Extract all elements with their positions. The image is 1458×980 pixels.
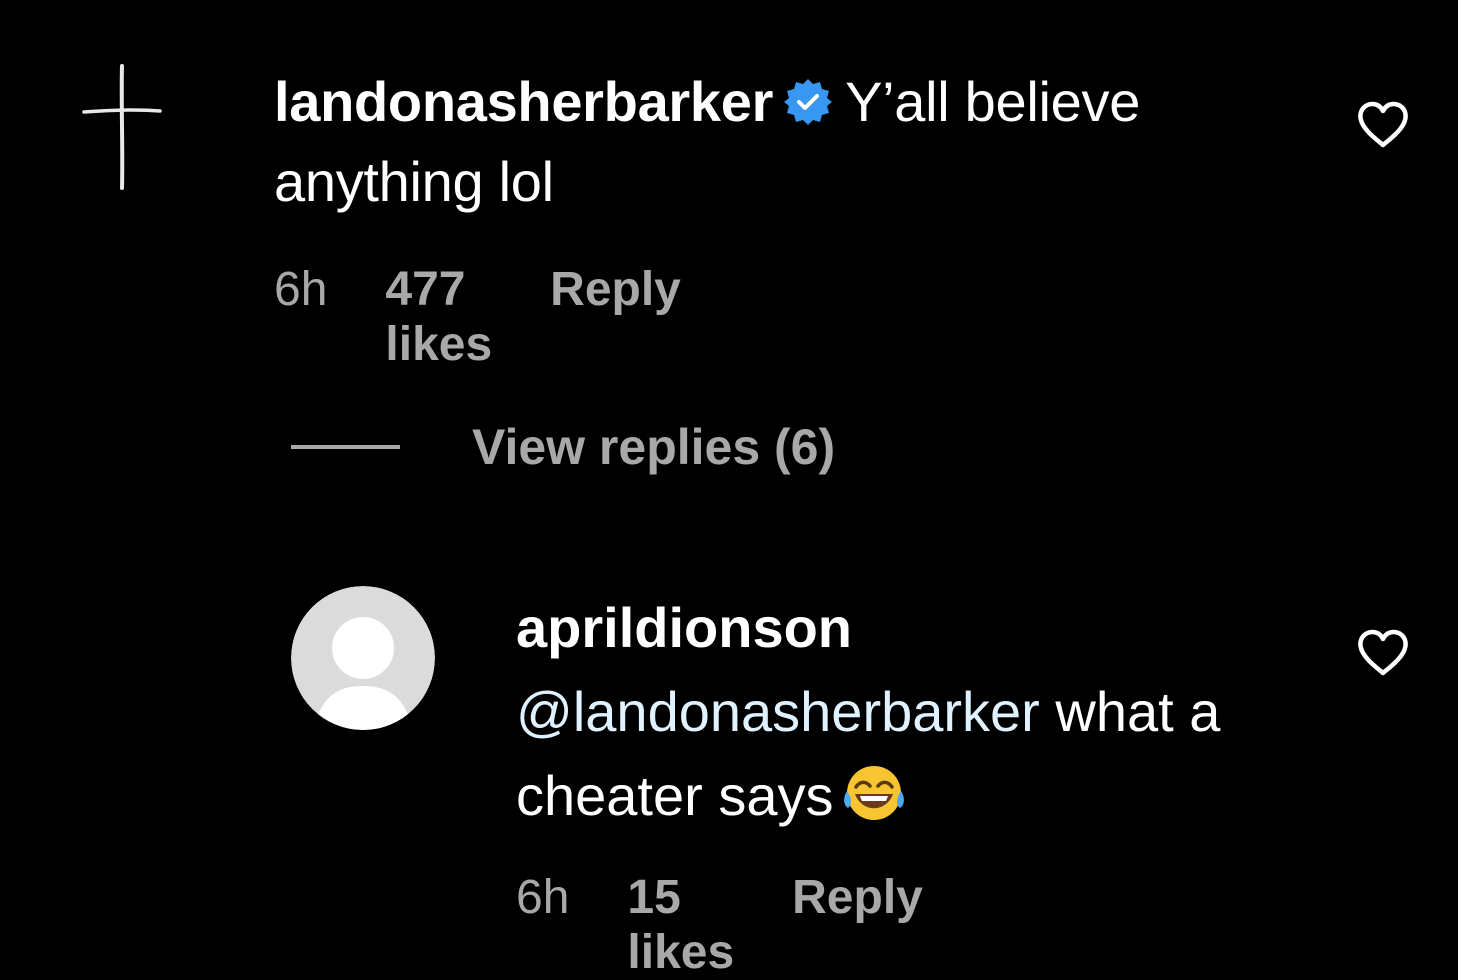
mention-link[interactable]: @landonasherbarker <box>516 680 1040 743</box>
like-heart-icon[interactable] <box>1356 100 1410 150</box>
default-avatar-icon[interactable] <box>291 586 435 730</box>
comment-likes-count[interactable]: 15 likes <box>627 870 734 980</box>
view-replies-label: View replies (6) <box>472 419 836 475</box>
face-with-tears-of-joy-icon <box>843 766 904 820</box>
comment-username[interactable]: landonasherbarker <box>274 70 773 133</box>
reply-button[interactable]: Reply <box>792 870 923 925</box>
cross-avatar-icon[interactable] <box>72 60 172 195</box>
replies-divider-line <box>291 445 400 449</box>
like-heart-icon[interactable] <box>1356 628 1410 678</box>
reply-button[interactable]: Reply <box>550 262 681 317</box>
comment-username[interactable]: aprildionson <box>516 590 852 666</box>
comment-text-block: @landonasherbarker what a cheater says <box>516 670 1316 838</box>
comment-likes-count[interactable]: 477 likes <box>385 262 492 372</box>
comment-timestamp: 6h <box>516 871 570 924</box>
comment-meta: 6h 15 likes Reply <box>516 870 923 980</box>
comment-text-block: landonasherbarker Y’all believe anything… <box>274 62 1314 222</box>
verified-badge-icon <box>784 79 833 125</box>
comment-meta: 6h 477 likes Reply <box>274 262 681 372</box>
view-replies-button[interactable]: View replies (6) <box>291 418 835 476</box>
comment-timestamp: 6h <box>274 263 328 316</box>
